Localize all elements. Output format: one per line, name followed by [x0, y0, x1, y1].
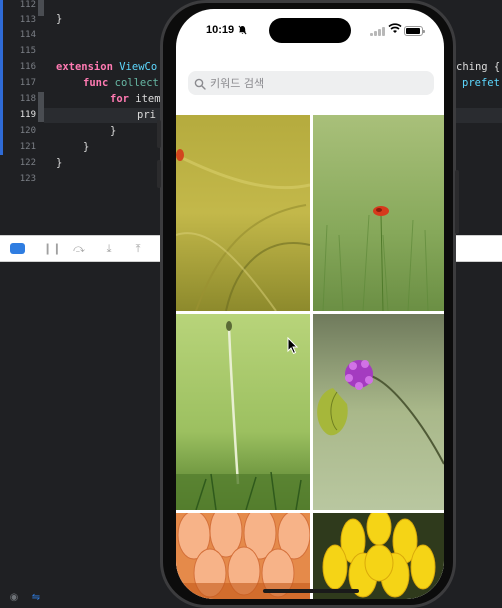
code-line-fragment: prefet [462, 77, 500, 89]
code-line: } [56, 157, 63, 169]
step-over-icon[interactable]: ⤼ [72, 242, 86, 256]
filter-toggle-icon[interactable]: ⇋ [30, 592, 42, 604]
code-line: for item [110, 93, 161, 105]
volume-up-button [157, 120, 161, 148]
iphone-simulator: 10:19 [160, 0, 456, 608]
line-number: 118 [19, 94, 36, 104]
photo-grid[interactable] [176, 115, 444, 599]
eye-icon[interactable]: ◉ [8, 592, 20, 604]
line-number: 123 [19, 174, 36, 184]
line-number: 117 [19, 78, 36, 88]
breakpoint-indicator [0, 0, 3, 155]
photo-cell-yellow-grass[interactable] [176, 115, 310, 311]
line-number: 113 [19, 15, 36, 25]
mouse-cursor-icon [287, 336, 299, 355]
status-bar: 10:19 [176, 9, 444, 53]
photo-cell-green-field[interactable] [313, 115, 444, 311]
line-number: 119 [19, 110, 36, 120]
line-number-gutter: 112 113 114 115 116 117 118 119 120 121 … [0, 0, 42, 235]
line-number: 115 [19, 46, 36, 56]
line-number: 121 [19, 142, 36, 152]
photo-cell-yellow-dahlia[interactable] [313, 513, 444, 599]
keyword-search-input[interactable] [210, 71, 430, 95]
wifi-icon [388, 23, 402, 37]
bell-slash-icon [238, 25, 247, 38]
code-line: } [56, 13, 63, 25]
code-line: } [110, 125, 117, 137]
photo-cell-purple-flower[interactable] [313, 314, 444, 510]
line-number: 112 [19, 0, 36, 10]
breakpoints-toggle-icon[interactable] [10, 243, 25, 254]
code-line: pri [137, 109, 156, 121]
code-line: extension ViewCo [56, 61, 158, 73]
line-number: 114 [19, 30, 36, 40]
line-number: 120 [19, 126, 36, 136]
volume-down-button [157, 160, 161, 188]
code-line-fragment: ching { [456, 61, 501, 73]
phone-screen: 10:19 [176, 9, 444, 599]
step-out-icon[interactable]: ⤒ [131, 242, 145, 256]
step-into-icon[interactable]: ⤓ [102, 242, 116, 256]
magnifying-glass-icon [194, 75, 210, 91]
change-marker [38, 0, 44, 16]
power-button [455, 170, 459, 234]
line-number: 122 [19, 158, 36, 168]
status-time: 10:19 [206, 24, 235, 36]
code-line: } [83, 141, 90, 153]
photo-cell-orange-petals[interactable] [176, 513, 310, 599]
battery-icon [404, 26, 425, 36]
pause-icon[interactable]: ❙❙ [43, 242, 61, 256]
code-line: func collect [83, 77, 159, 89]
home-indicator[interactable] [263, 589, 359, 593]
cellular-signal-icon [370, 27, 386, 36]
search-bar[interactable] [188, 71, 434, 95]
line-number: 116 [19, 62, 36, 72]
dynamic-island [269, 18, 351, 43]
